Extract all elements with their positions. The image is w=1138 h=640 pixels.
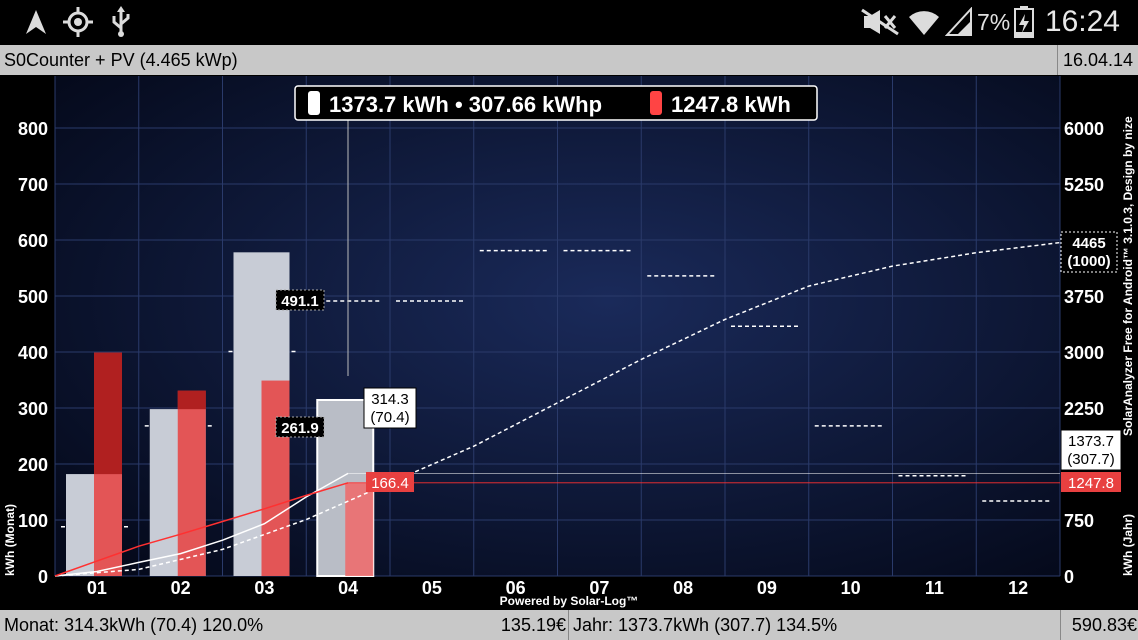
page-title: S0Counter + PV (4.465 kWp) xyxy=(4,50,238,70)
x-tick: 12 xyxy=(1008,578,1028,598)
wifi-icon xyxy=(906,0,942,44)
chart-area[interactable]: 0 100 200 300 400 500 600 700 800 0 750 2250 3000 375… xyxy=(0,76,1138,610)
footer-bar: Monat: 314.3kWh (70.4) 120.0% 135.19€ Ja… xyxy=(0,610,1138,640)
y-tick-right: 5250 xyxy=(1064,175,1104,195)
mute-icon xyxy=(858,0,902,44)
battery-icon xyxy=(1012,0,1036,44)
y-tick-left: 700 xyxy=(18,175,48,195)
x-tick: 04 xyxy=(338,578,358,598)
y-tick-right: 3000 xyxy=(1064,343,1104,363)
y-tick-right: 750 xyxy=(1064,511,1094,531)
navigation-icon xyxy=(22,0,50,44)
svg-text:166.4: 166.4 xyxy=(371,475,409,492)
y-tick-right: 0 xyxy=(1064,567,1074,587)
date-label[interactable]: 16.04.14 xyxy=(1057,45,1138,75)
status-bar: 7% 16:24 xyxy=(0,0,1138,44)
signal-icon xyxy=(944,0,974,44)
x-tick: 01 xyxy=(87,578,107,598)
svg-text:(1000): (1000) xyxy=(1067,253,1110,270)
y-axis-right-label: kWh (Jahr) xyxy=(1121,514,1135,576)
y-axis-left-label: kWh (Monat) xyxy=(3,504,17,576)
svg-text:(70.4): (70.4) xyxy=(370,409,409,426)
clock: 16:24 xyxy=(1044,5,1120,38)
y-tick-left: 200 xyxy=(18,455,48,475)
powered-by-text: Powered by Solar-Log™ xyxy=(500,594,639,608)
x-tick: 02 xyxy=(171,578,191,598)
annotation-year-target: 4465 (1000) xyxy=(1060,231,1118,273)
legend-red-text: 1247.8 kWh xyxy=(671,92,791,117)
y-tick-left: 600 xyxy=(18,231,48,251)
chart-svg[interactable]: 0 100 200 300 400 500 600 700 800 0 750 2250 3000 375… xyxy=(0,76,1138,610)
x-tick: 11 xyxy=(925,578,944,598)
y-tick-left: 400 xyxy=(18,343,48,363)
x-tick: 08 xyxy=(673,578,693,598)
bar-red[interactable] xyxy=(261,380,290,576)
annotation-year-red: 1247.8 xyxy=(1061,472,1121,492)
y-tick-right: 6000 xyxy=(1064,119,1104,139)
footer-year: Jahr: 1373.7kWh (307.7) 134.5% xyxy=(568,610,837,640)
y-tick-left: 0 xyxy=(38,567,48,587)
side-credit-text: SolarAnalyzer Free for Android™ 3.1.0.3,… xyxy=(1121,116,1135,436)
battery-percent: 7% xyxy=(977,9,1011,35)
annotation-ref-1: 491.1 xyxy=(275,289,325,311)
y-tick-left: 800 xyxy=(18,119,48,139)
x-tick: 09 xyxy=(757,578,777,598)
x-tick: 05 xyxy=(422,578,442,598)
svg-text:1247.8: 1247.8 xyxy=(1068,475,1114,492)
svg-text:4465: 4465 xyxy=(1072,235,1105,252)
y-tick-right: 3750 xyxy=(1064,287,1104,307)
svg-text:261.9: 261.9 xyxy=(281,420,319,437)
title-bar: S0Counter + PV (4.465 kWp) 16.04.14 xyxy=(0,45,1138,75)
annotation-year-actual: 1373.7 (307.7) xyxy=(1060,429,1122,471)
svg-text:1373.7: 1373.7 xyxy=(1068,433,1114,450)
x-tick: 03 xyxy=(254,578,274,598)
legend-swatch-white xyxy=(308,91,320,115)
svg-text:314.3: 314.3 xyxy=(371,391,409,408)
usb-icon xyxy=(108,0,134,44)
y-tick-left: 100 xyxy=(18,511,48,531)
legend-white-text: 1373.7 kWh • 307.66 kWhp xyxy=(329,92,602,117)
footer-month-money: 135.19€ xyxy=(500,615,566,635)
annotation-current: 314.3 (70.4) xyxy=(363,387,417,429)
legend-swatch-red xyxy=(650,91,662,115)
bar-red-excess xyxy=(177,390,206,410)
x-tick: 10 xyxy=(841,578,861,598)
svg-text:(307.7): (307.7) xyxy=(1067,451,1115,468)
bar-red-excess xyxy=(94,352,122,475)
bar-red[interactable] xyxy=(177,390,206,576)
legend-box: 1373.7 kWh • 307.66 kWhp 1247.8 kWh xyxy=(294,85,818,121)
y-tick-left: 500 xyxy=(18,287,48,307)
annotation-ref-2: 261.9 xyxy=(275,416,325,438)
annotation-current-red: 166.4 xyxy=(366,472,414,492)
gps-icon xyxy=(62,0,94,44)
y-tick-right: 2250 xyxy=(1064,399,1104,419)
footer-year-money: 590.83€ xyxy=(1060,610,1137,640)
svg-text:491.1: 491.1 xyxy=(281,293,319,310)
y-tick-left: 300 xyxy=(18,399,48,419)
footer-month: Monat: 314.3kWh (70.4) 120.0% xyxy=(4,615,264,635)
